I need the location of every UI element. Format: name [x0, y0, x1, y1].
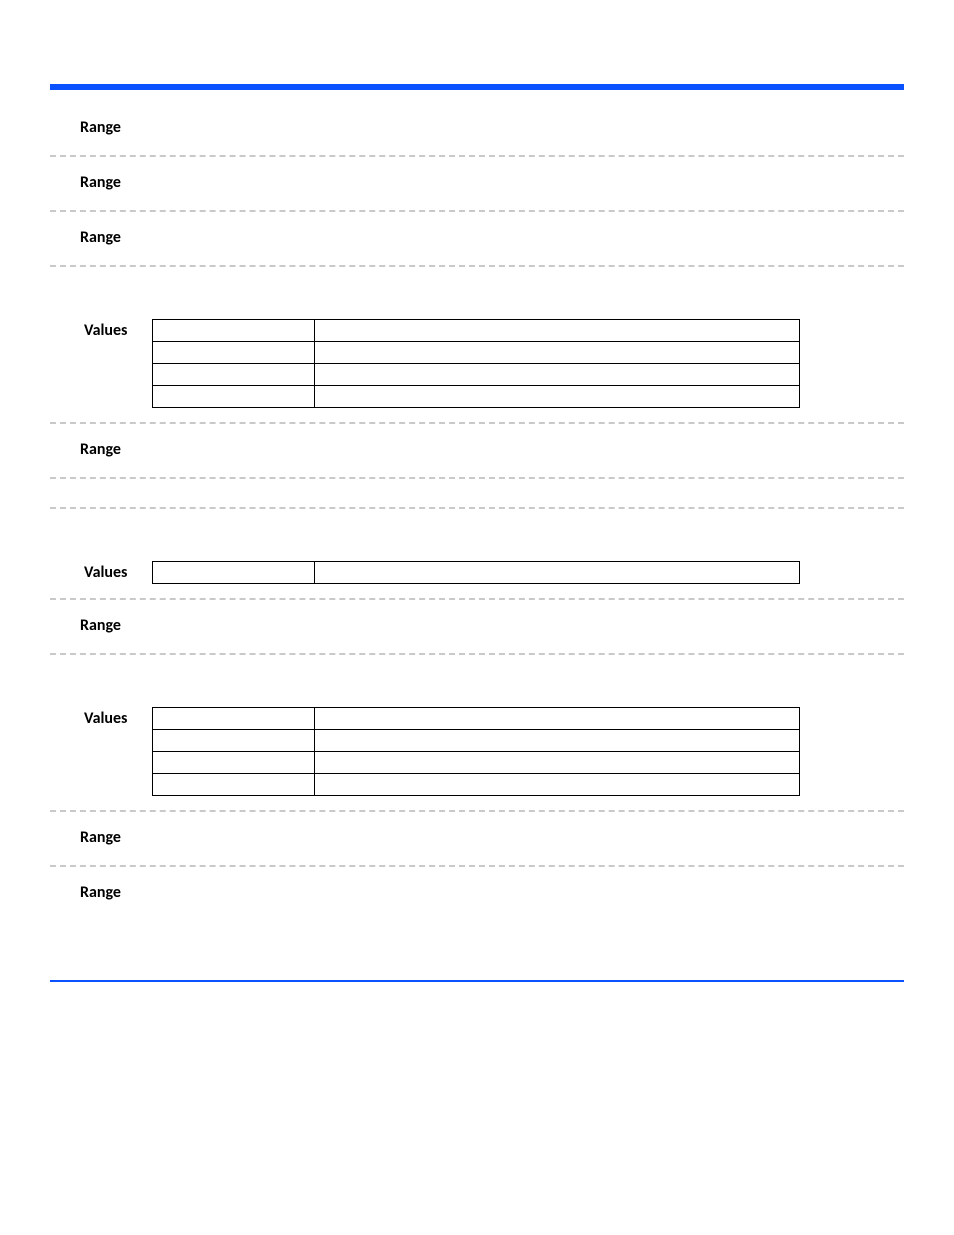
- values-section: Values: [50, 539, 904, 598]
- value-val: [315, 730, 800, 752]
- values-table: [152, 319, 800, 408]
- table-row: [153, 774, 800, 796]
- value-key: [153, 752, 315, 774]
- value-val: [315, 386, 800, 408]
- table-row: [153, 320, 800, 342]
- range-label: Range: [50, 173, 904, 192]
- range-label: Range: [50, 616, 904, 635]
- value-val: [315, 752, 800, 774]
- value-key: [153, 386, 315, 408]
- values-table: [152, 561, 800, 584]
- values-label: Values: [50, 319, 152, 340]
- value-key: [153, 364, 315, 386]
- value-val: [315, 342, 800, 364]
- table-row: [153, 386, 800, 408]
- top-rule: [50, 84, 904, 90]
- table-row: [153, 562, 800, 584]
- value-val: [315, 774, 800, 796]
- range-label: Range: [50, 440, 904, 459]
- value-val: [315, 708, 800, 730]
- range-label: Range: [50, 228, 904, 247]
- table-row: [153, 342, 800, 364]
- values-section: Values: [50, 685, 904, 810]
- table-row: [153, 752, 800, 774]
- value-key: [153, 342, 315, 364]
- range-section: Range: [50, 102, 904, 155]
- values-label: Values: [50, 561, 152, 582]
- values-label: Values: [50, 707, 152, 728]
- value-val: [315, 320, 800, 342]
- value-key: [153, 774, 315, 796]
- value-val: [315, 562, 800, 584]
- range-section: Range: [50, 600, 904, 653]
- range-section: Range: [50, 212, 904, 265]
- value-key: [153, 730, 315, 752]
- section-divider: [50, 477, 904, 479]
- range-label: Range: [50, 118, 904, 137]
- bottom-rule: [50, 980, 904, 982]
- table-row: [153, 364, 800, 386]
- table-row: [153, 730, 800, 752]
- range-section: Range: [50, 157, 904, 210]
- range-label: Range: [50, 828, 904, 847]
- values-table: [152, 707, 800, 796]
- range-section: Range: [50, 867, 904, 920]
- table-row: [153, 708, 800, 730]
- value-key: [153, 708, 315, 730]
- value-val: [315, 364, 800, 386]
- range-label: Range: [50, 883, 904, 902]
- value-key: [153, 320, 315, 342]
- range-section: Range: [50, 424, 904, 477]
- range-section: Range: [50, 812, 904, 865]
- values-section: Values: [50, 297, 904, 422]
- value-key: [153, 562, 315, 584]
